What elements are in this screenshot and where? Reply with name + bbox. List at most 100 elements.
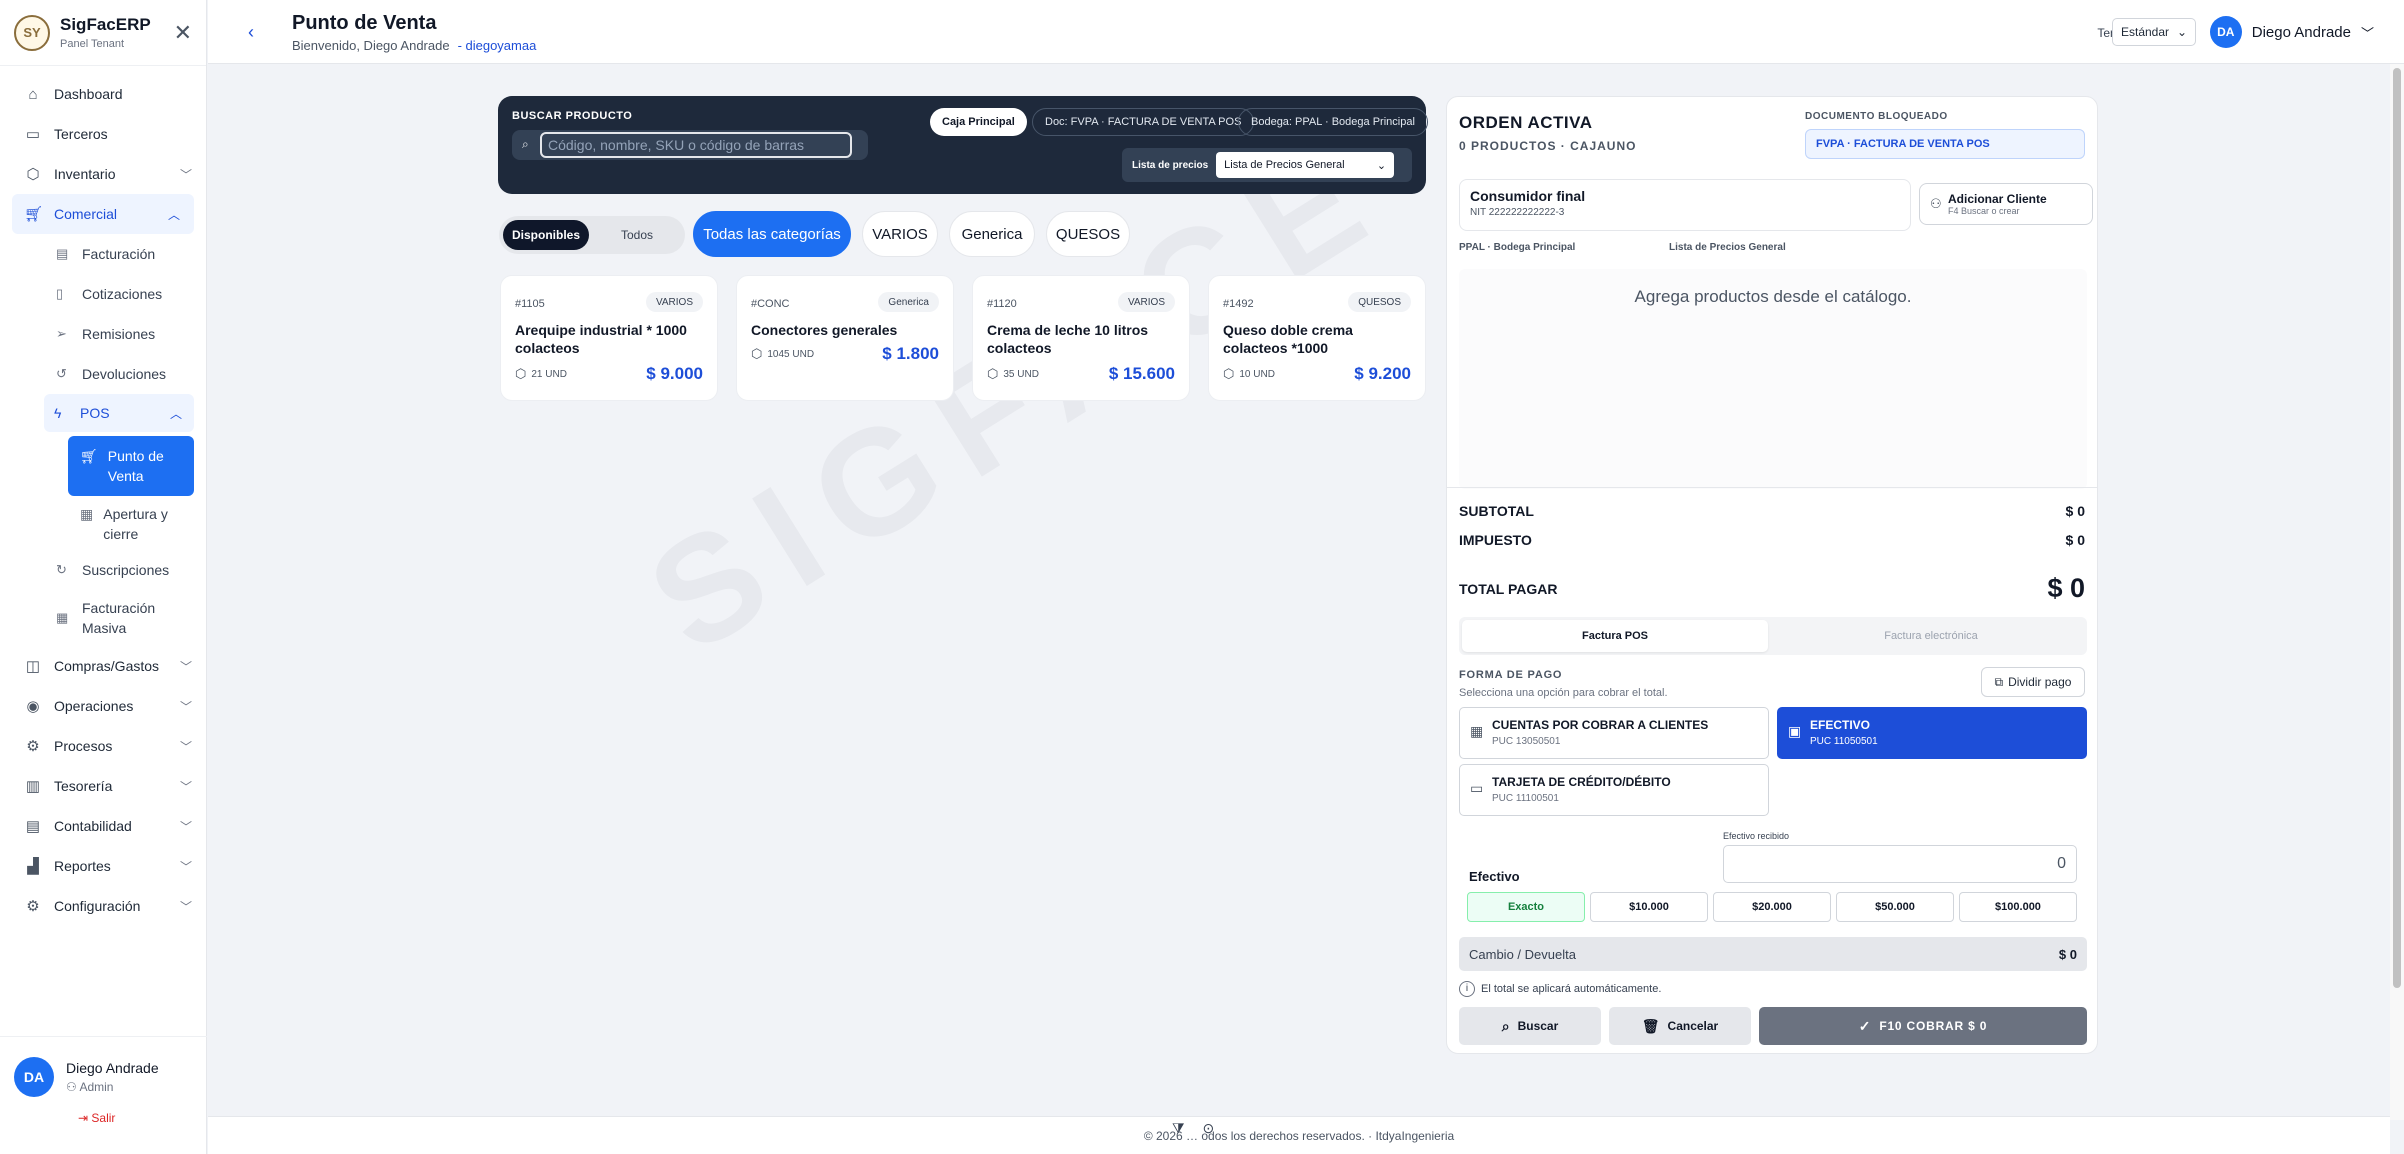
caja-chip[interactable]: Caja Principal	[930, 108, 1027, 136]
sidebar-subitem-devoluciones[interactable]: ↺ Devoluciones	[0, 354, 206, 394]
tenant-link[interactable]: - diegoyamaa	[458, 38, 537, 53]
header-user-menu[interactable]: DA Diego Andrade ﹀	[2209, 16, 2374, 48]
sidebar-subitem-facturacion-masiva[interactable]: ▦ Facturación Masiva	[0, 590, 206, 646]
product-name: Queso doble crema colacteos *1000	[1223, 322, 1353, 356]
product-category-badge: VARIOS	[645, 292, 703, 312]
quick-amount-100000[interactable]: $100.000	[1959, 892, 2077, 922]
sidebar-item-compras-gastos[interactable]: ◫ Compras/Gastos ﹀	[0, 646, 206, 686]
add-client-label: Adicionar Cliente	[1948, 192, 2047, 206]
payment-method-cxc[interactable]: ▦ CUENTAS POR COBRAR A CLIENTES PUC 1305…	[1459, 707, 1769, 759]
sidebar-subitem-punto-de-venta[interactable]: 🛒︎ Punto de Venta	[68, 436, 194, 496]
send-icon: ➢	[56, 326, 67, 341]
price-list-select[interactable]: Lista de Precios General ⌄	[1216, 152, 1395, 178]
price-list-label: Lista de precios	[1132, 159, 1209, 171]
tab-factura-pos[interactable]: Factura POS	[1462, 620, 1768, 652]
sidebar-item-operaciones[interactable]: ◉ Operaciones ﹀	[0, 686, 206, 726]
back-chevron-icon[interactable]: ‹	[248, 22, 254, 43]
sidebar-item-contabilidad[interactable]: ▤ Contabilidad ﹀	[0, 806, 206, 846]
scrollbar-thumb[interactable]	[2393, 68, 2401, 988]
category-generica[interactable]: Generica	[949, 211, 1035, 257]
sidebar-item-configuracion[interactable]: ⚙ Configuración ﹀	[0, 886, 206, 926]
product-stock-value: 35 UND	[1003, 368, 1039, 380]
sidebar-subitem-facturacion[interactable]: ▤ Facturación	[0, 234, 206, 274]
category-quesos[interactable]: QUESOS	[1046, 211, 1130, 257]
document-chip[interactable]: Doc: FVPA · FACTURA DE VENTA POS	[1032, 108, 1255, 136]
sidebar-item-comercial[interactable]: 🛒︎ Comercial ︿	[12, 194, 194, 234]
search-input[interactable]	[540, 132, 852, 158]
quick-amount-20000[interactable]: $20.000	[1713, 892, 1831, 922]
product-card[interactable]: #1492 QUESOS Queso doble crema colacteos…	[1208, 275, 1426, 401]
welcome-text: Bienvenido, Diego Andrade	[292, 38, 450, 53]
gear-icon: ⚙	[26, 738, 40, 755]
theme-select[interactable]: Estándar ⌄	[2112, 18, 2196, 46]
sidebar-item-tesoreria[interactable]: ▥ Tesorería ﹀	[0, 766, 206, 806]
category-all[interactable]: Todas las categorías	[693, 211, 851, 257]
search-button[interactable]: ⌕ Buscar	[1459, 1007, 1601, 1045]
payment-method-label: FORMA DE PAGO	[1459, 669, 1563, 681]
cancel-button-label: Cancelar	[1667, 1019, 1719, 1033]
sidebar-subitem-cotizaciones[interactable]: ▯ Cotizaciones	[0, 274, 206, 314]
sidebar-subitem-remisiones[interactable]: ➢ Remisiones	[0, 314, 206, 354]
close-sidebar-icon[interactable]: ✕	[174, 20, 192, 46]
chevron-down-icon: ﹀	[179, 739, 192, 754]
sidebar-subitem-apertura-cierre[interactable]: ▦ Apertura y cierre	[80, 504, 194, 544]
cancel-button[interactable]: 🗑︎ Cancelar	[1609, 1007, 1751, 1045]
payment-method-tarjeta[interactable]: ▭ TARJETA DE CRÉDITO/DÉBITO PUC 11100501	[1459, 764, 1769, 816]
product-stock-value: 1045 UND	[767, 348, 815, 360]
filter-todos[interactable]: Todos	[593, 220, 681, 250]
payment-method-efectivo[interactable]: ▣ EFECTIVO PUC 11050501	[1777, 707, 2087, 759]
sidebar-subitem-pos[interactable]: ϟ POS ︿	[44, 394, 194, 432]
sidebar-item-inventario[interactable]: ⬡ Inventario ﹀	[0, 154, 206, 194]
info-text: El total se aplicará automáticamente.	[1481, 983, 1662, 995]
sidebar-user: DA Diego Andrade ⚇ Admin ⇥ Salir	[0, 1036, 207, 1154]
filter-icon[interactable]: ⧩	[1172, 1120, 1185, 1137]
chevron-down-icon: ﹀	[2360, 25, 2374, 41]
invoice-type-tabs: Factura POS Factura electrónica	[1459, 617, 2087, 655]
cash-received-label: Efectivo recibido	[1723, 831, 1790, 841]
payment-method-puc: PUC 11050501	[1810, 736, 1878, 747]
logout-button[interactable]: ⇥ Salir	[78, 1111, 193, 1125]
sidebar-item-label: Comercial	[54, 206, 118, 222]
page-scrollbar[interactable]	[2390, 64, 2404, 1120]
split-payment-button[interactable]: ⧉ Dividir pago	[1981, 667, 2085, 697]
chevron-down-icon: ﹀	[179, 167, 192, 182]
copy-icon: ⧉	[1994, 674, 2004, 689]
product-search-panel: BUSCAR PRODUCTO ⌕ Caja Principal Doc: FV…	[498, 96, 1428, 194]
charge-button[interactable]: ✓ F10 COBRAR $ 0	[1759, 1007, 2087, 1045]
sidebar-item-reportes[interactable]: ▟ Reportes ﹀	[0, 846, 206, 886]
sidebar-item-procesos[interactable]: ⚙ Procesos ﹀	[0, 726, 206, 766]
receipt-icon: ▤	[56, 246, 69, 261]
chevron-up-icon: ︿	[169, 406, 182, 421]
product-card[interactable]: #CONC Generica Conectores generales ⬡ 104…	[736, 275, 954, 401]
payment-method-title: EFECTIVO	[1810, 718, 1871, 732]
sidebar-item-terceros[interactable]: ▭ Terceros	[0, 114, 206, 154]
chevron-down-icon: ﹀	[179, 819, 192, 834]
quick-amount-50000[interactable]: $50.000	[1836, 892, 1954, 922]
sidebar-item-dashboard[interactable]: ⌂ Dashboard	[0, 74, 206, 114]
product-card[interactable]: #1120 VARIOS Crema de leche 10 litros co…	[972, 275, 1190, 401]
bar-chart-icon: ▟	[27, 858, 39, 875]
product-card[interactable]: #1105 VARIOS Arequipe industrial * 1000 …	[500, 275, 718, 401]
add-client-button[interactable]: ⚇ Adicionar Cliente F4 Buscar o crear	[1919, 183, 2093, 225]
bodega-chip[interactable]: Bodega: PPAL · Bodega Principal	[1238, 108, 1428, 136]
cash-received-input[interactable]: 0	[1723, 845, 2077, 883]
sidebar-subitem-suscripciones[interactable]: ↻ Suscripciones	[0, 550, 206, 590]
cash-icon: ▣	[1788, 723, 1802, 739]
calculator-icon: ▦	[56, 610, 69, 625]
chevron-down-icon: ⌄	[1376, 159, 1387, 172]
box-icon: ⬡	[751, 346, 763, 361]
quick-amount-10000[interactable]: $10.000	[1590, 892, 1708, 922]
filter-disponibles[interactable]: Disponibles	[503, 220, 589, 250]
quick-amount-exacto[interactable]: Exacto	[1467, 892, 1585, 922]
total-label: TOTAL PAGAR	[1459, 580, 1558, 597]
sidebar-item-label: Procesos	[54, 738, 113, 754]
sidebar-subitem-label: Cotizaciones	[82, 286, 163, 302]
sidebar: SY SigFacERP Panel Tenant ✕ ⌂ Dashboard ▭…	[0, 0, 207, 1154]
tab-factura-electronica[interactable]: Factura electrónica	[1778, 620, 2084, 652]
chevron-down-icon: ⌄	[2176, 25, 2187, 39]
page-title: Punto de Venta	[292, 12, 437, 34]
category-varios[interactable]: VARIOS	[862, 211, 938, 257]
target-icon[interactable]: ⊙	[1203, 1120, 1215, 1137]
product-category-badge: VARIOS	[1117, 292, 1175, 312]
sidebar-item-label: Compras/Gastos	[54, 658, 160, 674]
